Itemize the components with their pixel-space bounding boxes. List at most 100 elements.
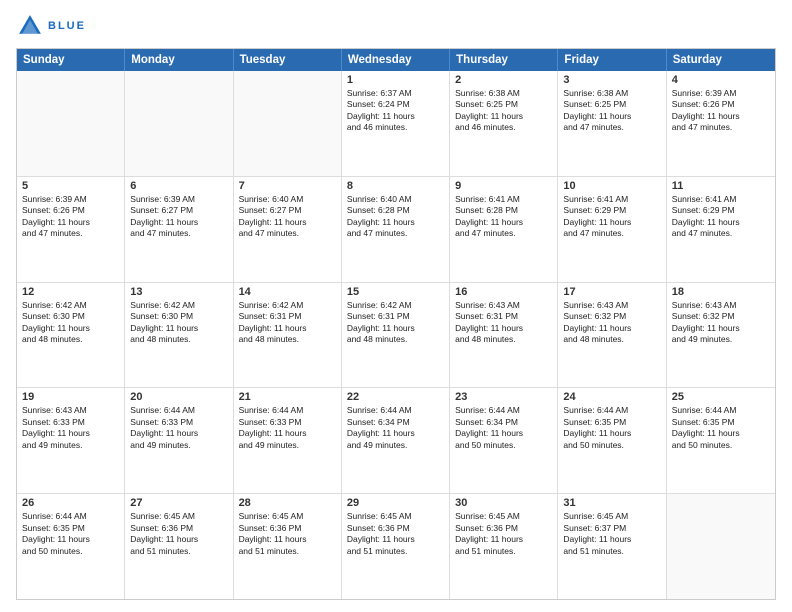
cell-info: Sunrise: 6:45 AM Sunset: 6:36 PM Dayligh… (239, 511, 336, 557)
calendar-cell: 31 Sunrise: 6:45 AM Sunset: 6:37 PM Dayli… (558, 494, 666, 599)
calendar-cell (17, 71, 125, 176)
calendar-header: SundayMondayTuesdayWednesdayThursdayFrid… (17, 49, 775, 71)
calendar-cell: 9 Sunrise: 6:41 AM Sunset: 6:28 PM Daylig… (450, 177, 558, 282)
calendar-cell: 14 Sunrise: 6:42 AM Sunset: 6:31 PM Dayli… (234, 283, 342, 388)
cell-info: Sunrise: 6:44 AM Sunset: 6:35 PM Dayligh… (672, 405, 770, 451)
day-number: 9 (455, 180, 552, 192)
header: BLUE (16, 12, 776, 40)
calendar-cell: 26 Sunrise: 6:44 AM Sunset: 6:35 PM Dayli… (17, 494, 125, 599)
calendar-cell: 21 Sunrise: 6:44 AM Sunset: 6:33 PM Dayli… (234, 388, 342, 493)
logo-tagline: BLUE (48, 20, 86, 32)
calendar-cell: 4Sunrise: 6:39 AM Sunset: 6:26 PM Daylig… (667, 71, 775, 176)
day-number: 16 (455, 286, 552, 298)
cell-info: Sunrise: 6:40 AM Sunset: 6:28 PM Dayligh… (347, 194, 444, 240)
header-day-tuesday: Tuesday (234, 49, 342, 71)
day-number: 8 (347, 180, 444, 192)
day-number: 24 (563, 391, 660, 403)
cell-info: Sunrise: 6:44 AM Sunset: 6:33 PM Dayligh… (130, 405, 227, 451)
day-number: 29 (347, 497, 444, 509)
calendar-week-2: 5 Sunrise: 6:39 AM Sunset: 6:26 PM Daylig… (17, 176, 775, 282)
day-number: 18 (672, 286, 770, 298)
calendar-cell (667, 494, 775, 599)
day-number: 25 (672, 391, 770, 403)
calendar-cell: 17Sunrise: 6:43 AM Sunset: 6:32 PM Dayli… (558, 283, 666, 388)
calendar-cell: 11 Sunrise: 6:41 AM Sunset: 6:29 PM Dayli… (667, 177, 775, 282)
calendar-cell: 28 Sunrise: 6:45 AM Sunset: 6:36 PM Dayli… (234, 494, 342, 599)
header-day-saturday: Saturday (667, 49, 775, 71)
day-number: 6 (130, 180, 227, 192)
day-number: 11 (672, 180, 770, 192)
calendar-cell: 3 Sunrise: 6:38 AM Sunset: 6:25 PM Daylig… (558, 71, 666, 176)
calendar-cell: 5 Sunrise: 6:39 AM Sunset: 6:26 PM Daylig… (17, 177, 125, 282)
cell-info: Sunrise: 6:43 AM Sunset: 6:32 PM Dayligh… (672, 300, 770, 346)
logo-text: BLUE (48, 20, 86, 32)
calendar-cell: 24Sunrise: 6:44 AM Sunset: 6:35 PM Dayli… (558, 388, 666, 493)
page: BLUE SundayMondayTuesdayWednesdayThursda… (0, 0, 792, 612)
day-number: 17 (563, 286, 660, 298)
cell-info: Sunrise: 6:45 AM Sunset: 6:36 PM Dayligh… (130, 511, 227, 557)
calendar-cell: 8 Sunrise: 6:40 AM Sunset: 6:28 PM Daylig… (342, 177, 450, 282)
calendar-cell: 10 Sunrise: 6:41 AM Sunset: 6:29 PM Dayli… (558, 177, 666, 282)
cell-info: Sunrise: 6:41 AM Sunset: 6:28 PM Dayligh… (455, 194, 552, 240)
logo-icon (16, 12, 44, 40)
calendar-cell: 7Sunrise: 6:40 AM Sunset: 6:27 PM Daylig… (234, 177, 342, 282)
day-number: 31 (563, 497, 660, 509)
cell-info: Sunrise: 6:41 AM Sunset: 6:29 PM Dayligh… (672, 194, 770, 240)
day-number: 12 (22, 286, 119, 298)
cell-info: Sunrise: 6:38 AM Sunset: 6:25 PM Dayligh… (563, 88, 660, 134)
calendar-cell: 13 Sunrise: 6:42 AM Sunset: 6:30 PM Dayli… (125, 283, 233, 388)
cell-info: Sunrise: 6:45 AM Sunset: 6:37 PM Dayligh… (563, 511, 660, 557)
calendar-cell: 30 Sunrise: 6:45 AM Sunset: 6:36 PM Dayli… (450, 494, 558, 599)
cell-info: Sunrise: 6:43 AM Sunset: 6:33 PM Dayligh… (22, 405, 119, 451)
day-number: 27 (130, 497, 227, 509)
calendar-week-5: 26 Sunrise: 6:44 AM Sunset: 6:35 PM Dayli… (17, 493, 775, 599)
cell-info: Sunrise: 6:39 AM Sunset: 6:27 PM Dayligh… (130, 194, 227, 240)
cell-info: Sunrise: 6:37 AM Sunset: 6:24 PM Dayligh… (347, 88, 444, 134)
calendar-cell: 27 Sunrise: 6:45 AM Sunset: 6:36 PM Dayli… (125, 494, 233, 599)
day-number: 5 (22, 180, 119, 192)
calendar-cell (234, 71, 342, 176)
day-number: 7 (239, 180, 336, 192)
calendar: SundayMondayTuesdayWednesdayThursdayFrid… (16, 48, 776, 600)
calendar-cell (125, 71, 233, 176)
cell-info: Sunrise: 6:41 AM Sunset: 6:29 PM Dayligh… (563, 194, 660, 240)
day-number: 26 (22, 497, 119, 509)
cell-info: Sunrise: 6:44 AM Sunset: 6:34 PM Dayligh… (455, 405, 552, 451)
calendar-week-4: 19Sunrise: 6:43 AM Sunset: 6:33 PM Dayli… (17, 387, 775, 493)
cell-info: Sunrise: 6:43 AM Sunset: 6:31 PM Dayligh… (455, 300, 552, 346)
calendar-body: 1 Sunrise: 6:37 AM Sunset: 6:24 PM Daylig… (17, 71, 775, 599)
calendar-cell: 29Sunrise: 6:45 AM Sunset: 6:36 PM Dayli… (342, 494, 450, 599)
day-number: 21 (239, 391, 336, 403)
cell-info: Sunrise: 6:42 AM Sunset: 6:31 PM Dayligh… (239, 300, 336, 346)
cell-info: Sunrise: 6:45 AM Sunset: 6:36 PM Dayligh… (455, 511, 552, 557)
cell-info: Sunrise: 6:39 AM Sunset: 6:26 PM Dayligh… (22, 194, 119, 240)
day-number: 23 (455, 391, 552, 403)
day-number: 1 (347, 74, 444, 86)
day-number: 22 (347, 391, 444, 403)
calendar-cell: 18 Sunrise: 6:43 AM Sunset: 6:32 PM Dayli… (667, 283, 775, 388)
day-number: 30 (455, 497, 552, 509)
calendar-cell: 23 Sunrise: 6:44 AM Sunset: 6:34 PM Dayli… (450, 388, 558, 493)
calendar-cell: 6 Sunrise: 6:39 AM Sunset: 6:27 PM Daylig… (125, 177, 233, 282)
cell-info: Sunrise: 6:39 AM Sunset: 6:26 PM Dayligh… (672, 88, 770, 134)
calendar-cell: 16 Sunrise: 6:43 AM Sunset: 6:31 PM Dayli… (450, 283, 558, 388)
day-number: 13 (130, 286, 227, 298)
day-number: 20 (130, 391, 227, 403)
day-number: 28 (239, 497, 336, 509)
calendar-cell: 15 Sunrise: 6:42 AM Sunset: 6:31 PM Dayli… (342, 283, 450, 388)
cell-info: Sunrise: 6:42 AM Sunset: 6:30 PM Dayligh… (22, 300, 119, 346)
cell-info: Sunrise: 6:44 AM Sunset: 6:35 PM Dayligh… (22, 511, 119, 557)
cell-info: Sunrise: 6:42 AM Sunset: 6:31 PM Dayligh… (347, 300, 444, 346)
day-number: 3 (563, 74, 660, 86)
day-number: 10 (563, 180, 660, 192)
header-day-sunday: Sunday (17, 49, 125, 71)
day-number: 14 (239, 286, 336, 298)
cell-info: Sunrise: 6:42 AM Sunset: 6:30 PM Dayligh… (130, 300, 227, 346)
day-number: 2 (455, 74, 552, 86)
cell-info: Sunrise: 6:44 AM Sunset: 6:34 PM Dayligh… (347, 405, 444, 451)
header-day-friday: Friday (558, 49, 666, 71)
calendar-cell: 1 Sunrise: 6:37 AM Sunset: 6:24 PM Daylig… (342, 71, 450, 176)
calendar-cell: 19Sunrise: 6:43 AM Sunset: 6:33 PM Dayli… (17, 388, 125, 493)
day-number: 15 (347, 286, 444, 298)
cell-info: Sunrise: 6:44 AM Sunset: 6:33 PM Dayligh… (239, 405, 336, 451)
